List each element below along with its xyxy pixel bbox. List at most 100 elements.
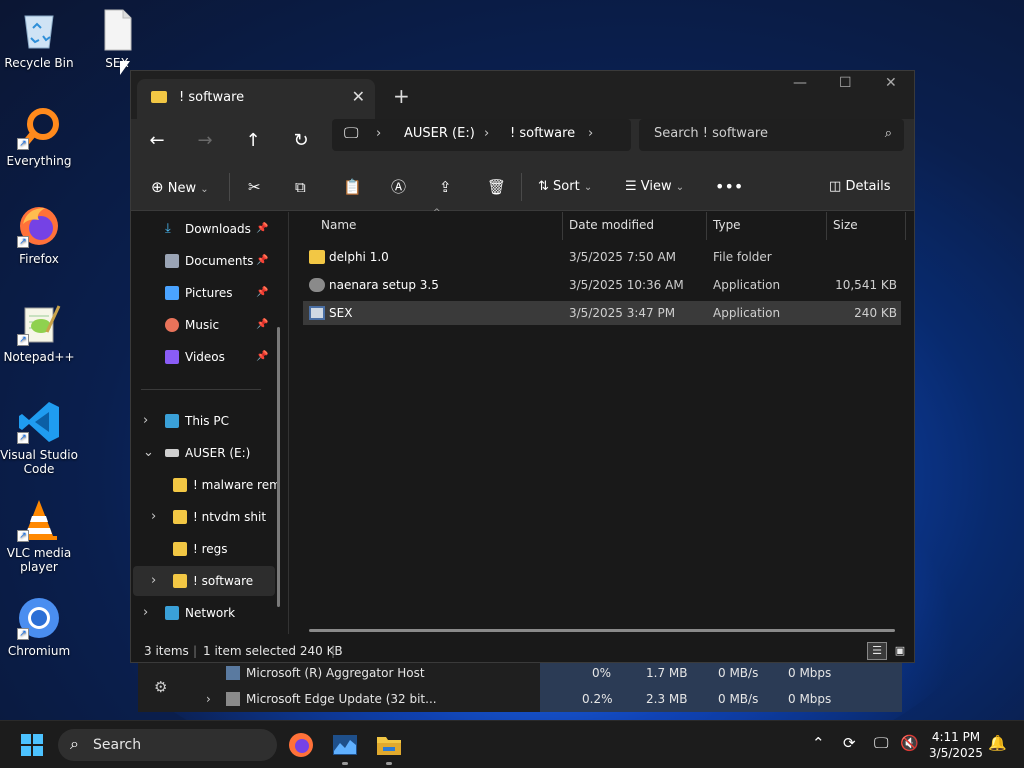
column-divider[interactable] xyxy=(562,212,563,240)
taskbar: ⌕ Search ⌃ ⟳ 🖵 🔇 4:11 PM 3/5/2025 🔔 xyxy=(0,720,1024,768)
file-row-delphi[interactable]: delphi 1.0 3/5/2025 7:50 AM File folder xyxy=(303,245,901,269)
chevron-down-icon[interactable]: ⌄ xyxy=(143,438,154,468)
column-divider[interactable] xyxy=(706,212,707,240)
network-icon[interactable]: 🖵 xyxy=(874,734,888,752)
maximize-button[interactable]: ☐ xyxy=(839,75,852,91)
chevron-right-icon[interactable]: › xyxy=(143,406,148,436)
tab-software[interactable]: ! software ✕ xyxy=(137,79,375,119)
share-icon[interactable]: ⇪ xyxy=(439,175,452,199)
taskbar-search[interactable]: ⌕ Search xyxy=(58,729,277,761)
column-divider[interactable] xyxy=(905,212,906,240)
breadcrumb-chevron-icon[interactable]: › xyxy=(376,126,381,141)
update-sync-icon[interactable]: ⟳ xyxy=(843,734,856,752)
chevron-right-icon[interactable]: › xyxy=(151,502,156,532)
desktop-icon-recycle-bin[interactable]: Recycle Bin xyxy=(0,8,78,70)
breadcrumb-chevron-icon[interactable]: › xyxy=(588,126,593,141)
forward-button[interactable]: → xyxy=(191,127,219,155)
breadcrumb-folder[interactable]: ! software xyxy=(510,126,575,141)
vlc-icon: ↗ xyxy=(17,498,61,542)
task-manager-row[interactable]: Microsoft (R) Aggregator Host 0% 1.7 MB … xyxy=(138,660,902,686)
column-size[interactable]: Size xyxy=(833,218,858,232)
desktop-icon-vscode[interactable]: ↗ Visual Studio Code xyxy=(0,400,78,476)
desktop-icon-everything[interactable]: ↗ Everything xyxy=(0,106,78,168)
view-icon: ☰ xyxy=(625,179,637,194)
column-type[interactable]: Type xyxy=(713,218,741,232)
taskbar-firefox[interactable] xyxy=(287,731,315,759)
more-options-icon[interactable]: ••• xyxy=(715,175,743,199)
show-hidden-icons-chevron-up-icon[interactable]: ⌃ xyxy=(812,734,825,752)
nav-item-documents[interactable]: Documents 📌 xyxy=(131,246,287,276)
column-divider[interactable] xyxy=(826,212,827,240)
refresh-button[interactable]: ↻ xyxy=(287,127,315,155)
rename-icon[interactable]: Ⓐ xyxy=(391,175,406,199)
desktop-icon-sex-file[interactable]: SEX xyxy=(78,8,156,70)
nav-item-auser-drive[interactable]: ⌄ AUSER (E:) xyxy=(131,438,287,468)
taskbar-file-explorer[interactable] xyxy=(375,731,403,759)
nav-item-network[interactable]: › Network xyxy=(131,598,287,628)
horizontal-scrollbar[interactable] xyxy=(309,629,895,632)
copy-icon[interactable]: ⧉ xyxy=(295,175,306,199)
volume-muted-icon[interactable]: 🔇 xyxy=(900,734,919,752)
clock-time: 4:11 PM xyxy=(931,730,981,744)
start-button[interactable] xyxy=(18,731,46,759)
nav-item-software[interactable]: › ! software xyxy=(133,566,275,596)
nav-item-downloads[interactable]: ⤓ Downloads 📌 xyxy=(131,214,287,244)
nav-scrollbar[interactable] xyxy=(277,327,280,607)
divider xyxy=(229,173,230,201)
column-name[interactable]: Name xyxy=(321,218,356,232)
up-button[interactable]: ↑ xyxy=(239,127,267,155)
nav-item-this-pc[interactable]: › This PC xyxy=(131,406,287,436)
computer-icon: 🖵 xyxy=(344,124,359,142)
chromium-icon: ↗ xyxy=(17,596,61,640)
nav-item-regs[interactable]: ! regs xyxy=(131,534,287,564)
search-icon[interactable]: ⌕ xyxy=(885,126,892,141)
nav-label: Documents xyxy=(185,254,254,268)
file-row-naenara[interactable]: naenara setup 3.5 3/5/2025 10:36 AM Appl… xyxy=(303,273,901,297)
pin-icon: 📌 xyxy=(256,255,269,266)
desktop-icon-vlc[interactable]: ↗ VLC media player xyxy=(0,498,78,574)
minimize-button[interactable]: — xyxy=(793,75,807,91)
paste-icon[interactable]: 📋 xyxy=(343,175,362,199)
address-bar[interactable]: 🖵 › AUSER (E:) › ! software › xyxy=(332,119,631,151)
nav-item-ntvdm-shit[interactable]: › ! ntvdm shit xyxy=(131,502,287,532)
task-manager-background: ⚙ Microsoft (R) Aggregator Host 0% 1.7 M… xyxy=(138,660,902,712)
title-bar[interactable]: ! software ✕ + — ☐ ✕ xyxy=(131,71,914,119)
details-view-icon[interactable]: ☰ xyxy=(867,642,887,660)
back-button[interactable]: ← xyxy=(143,127,171,155)
chevron-right-icon[interactable]: › xyxy=(151,566,156,596)
new-tab-button[interactable]: + xyxy=(393,84,410,108)
chevron-right-icon[interactable]: › xyxy=(143,598,148,628)
system-clock[interactable]: 4:11 PM 3/5/2025 xyxy=(920,729,992,761)
close-window-button[interactable]: ✕ xyxy=(885,75,897,91)
breadcrumb-chevron-icon[interactable]: › xyxy=(484,126,489,141)
process-cpu: 0% xyxy=(592,666,612,680)
nav-item-videos[interactable]: Videos 📌 xyxy=(131,342,287,372)
notifications-bell-icon[interactable]: 🔔 xyxy=(988,734,1007,752)
task-manager-row[interactable]: › Microsoft Edge Update (32 bit... 0.2% … xyxy=(138,686,902,712)
nav-label: This PC xyxy=(185,414,229,428)
new-button[interactable]: ⊕ New ⌄ xyxy=(151,175,209,199)
delete-icon[interactable]: 🗑 xyxy=(487,175,506,199)
close-tab-icon[interactable]: ✕ xyxy=(352,87,365,106)
desktop-icon-notepad-plus-plus[interactable]: ↗ Notepad++ xyxy=(0,302,78,364)
breadcrumb-drive[interactable]: AUSER (E:) xyxy=(404,126,475,141)
details-pane-button[interactable]: ◫ Details xyxy=(829,175,891,199)
sort-button[interactable]: ⇅ Sort ⌄ xyxy=(538,175,592,199)
nav-item-music[interactable]: Music 📌 xyxy=(131,310,287,340)
nav-label: ! regs xyxy=(193,542,228,556)
shortcut-arrow-icon: ↗ xyxy=(17,236,29,248)
view-button[interactable]: ☰ View ⌄ xyxy=(625,175,684,199)
column-date-modified[interactable]: Date modified xyxy=(569,218,654,232)
file-row-sex[interactable]: SEX 3/5/2025 3:47 PM Application 240 KB xyxy=(303,301,901,325)
tiles-view-icon[interactable]: ▣ xyxy=(891,642,909,660)
expand-chevron-icon[interactable]: › xyxy=(206,686,211,712)
taskbar-task-manager[interactable] xyxy=(331,731,359,759)
nav-item-pictures[interactable]: Pictures 📌 xyxy=(131,278,287,308)
nav-label: Music xyxy=(185,318,220,332)
desktop-icon-chromium[interactable]: ↗ Chromium xyxy=(0,596,78,658)
cut-icon[interactable]: ✂ xyxy=(248,175,261,199)
status-divider: | xyxy=(331,644,336,658)
search-box[interactable]: Search ! software ⌕ xyxy=(639,119,904,151)
nav-item-malware-rem[interactable]: ! malware rem xyxy=(131,470,287,500)
desktop-icon-firefox[interactable]: ↗ Firefox xyxy=(0,204,78,266)
